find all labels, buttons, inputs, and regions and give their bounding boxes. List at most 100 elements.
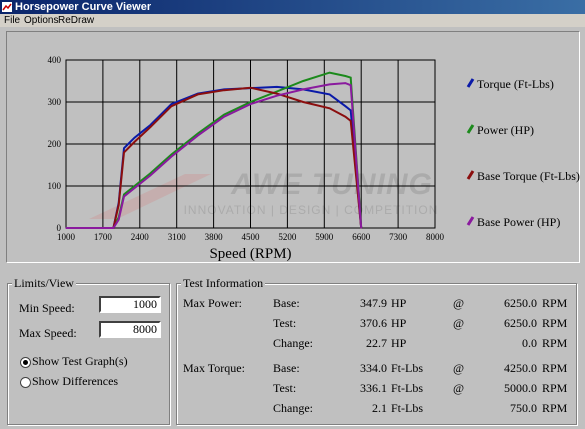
power-row-value: 347.9 xyxy=(360,296,387,310)
menu-options[interactable]: Options xyxy=(24,14,58,27)
max-torque-label: Max Torque: xyxy=(183,361,245,375)
series-point-2 xyxy=(133,141,136,143)
x-tick-label: 2400 xyxy=(131,232,150,242)
series-point-2 xyxy=(123,151,125,153)
torque-row-rpm-unit: RPM xyxy=(542,401,568,415)
series-point-3 xyxy=(302,88,304,90)
power-row-value: 370.6 xyxy=(360,316,387,330)
legend-marker-2 xyxy=(466,170,475,180)
legend-power: Power (HP) xyxy=(477,123,534,137)
power-row-rpm-unit: RPM xyxy=(542,296,568,310)
series-point-3 xyxy=(149,174,151,177)
y-tick-label: 200 xyxy=(48,139,62,149)
power-row-rpm-unit: RPM xyxy=(542,316,568,330)
test-information-group: Test Information Max Power: Max Torque: … xyxy=(176,276,577,425)
menu-redraw[interactable]: ReDraw xyxy=(58,14,94,27)
legend-base-torque: Base Torque (Ft-Lbs) xyxy=(477,169,580,183)
power-row-rpm-unit: RPM xyxy=(542,336,568,350)
series-point-1 xyxy=(350,77,352,79)
title-bar: Horsepower Curve Viewer xyxy=(0,0,585,14)
torque-row-value: 336.1 xyxy=(360,381,387,395)
max-speed-label: Max Speed: xyxy=(19,326,77,340)
legend-marker-1 xyxy=(466,124,475,134)
power-row-label: Base: xyxy=(273,296,300,310)
legend-torque: Torque (Ft-Lbs) xyxy=(477,77,554,91)
power-row-at: @ xyxy=(453,296,465,310)
series-point-1 xyxy=(249,101,252,103)
max-speed-input[interactable]: 8000 xyxy=(99,321,161,338)
series-point-2 xyxy=(276,93,278,95)
radio-show-differences-label[interactable]: Show Differences xyxy=(32,374,118,389)
torque-row-rpm: 4250.0 xyxy=(504,361,537,375)
radio-selected-dot xyxy=(23,360,28,365)
series-point-1 xyxy=(170,153,172,156)
series-point-3 xyxy=(170,156,172,158)
series-point-0 xyxy=(344,105,346,107)
series-point-3 xyxy=(197,135,199,137)
torque-row-value: 334.0 xyxy=(360,361,387,375)
menu-file[interactable]: File xyxy=(4,14,20,27)
limits-view-group: Limits/View Min Speed: 1000 Max Speed: 8… xyxy=(7,276,170,425)
series-point-0 xyxy=(170,103,172,105)
series-point-1 xyxy=(133,185,136,187)
torque-row-rpm-unit: RPM xyxy=(542,381,568,395)
menu-bar: File Options ReDraw xyxy=(0,14,585,27)
x-tick-label: 4500 xyxy=(242,232,261,242)
min-speed-input[interactable]: 1000 xyxy=(99,296,161,313)
series-point-2 xyxy=(170,105,172,107)
series-point-3 xyxy=(223,116,225,118)
series-point-3 xyxy=(344,82,346,84)
power-row-value: 22.7 xyxy=(366,336,387,350)
series-point-2 xyxy=(197,93,199,95)
power-row-rpm: 6250.0 xyxy=(504,296,537,310)
torque-row-rpm-unit: RPM xyxy=(542,361,568,375)
legend-marker-0 xyxy=(466,78,475,88)
series-point-1 xyxy=(123,193,125,195)
series-point-2 xyxy=(249,87,252,89)
series-point-0 xyxy=(133,137,136,139)
series-point-0 xyxy=(276,86,278,88)
x-tick-label: 5200 xyxy=(278,232,297,242)
power-row-unit: HP xyxy=(391,316,407,330)
series-point-1 xyxy=(276,90,278,93)
series-point-3 xyxy=(123,195,125,198)
series-point-1 xyxy=(344,75,346,77)
limits-view-title: Limits/View xyxy=(12,276,76,291)
series-point-3 xyxy=(118,219,120,221)
torque-row-at: @ xyxy=(453,381,465,395)
x-tick-label: 8000 xyxy=(426,232,445,242)
series-point-1 xyxy=(329,72,331,74)
torque-row-rpm: 750.0 xyxy=(510,401,537,415)
series-point-0 xyxy=(329,93,331,95)
watermark-subtext: INNOVATION | DESIGN | COMPETITION xyxy=(184,203,439,217)
series-point-0 xyxy=(123,147,125,149)
x-tick-label: 3100 xyxy=(168,232,187,242)
series-point-3 xyxy=(112,227,114,229)
power-row-unit: HP xyxy=(391,336,407,350)
x-tick-label: 7300 xyxy=(389,232,408,242)
torque-row-label: Base: xyxy=(273,361,300,375)
torque-row-at: @ xyxy=(453,361,465,375)
series-point-1 xyxy=(197,132,199,135)
torque-row-unit: Ft-Lbs xyxy=(391,401,424,415)
torque-row-unit: Ft-Lbs xyxy=(391,361,424,375)
radio-show-test[interactable] xyxy=(20,357,31,368)
radio-show-differences[interactable] xyxy=(20,377,31,388)
y-tick-label: 100 xyxy=(48,181,62,191)
power-row-rpm: 6250.0 xyxy=(504,316,537,330)
legend-base-power: Base Power (HP) xyxy=(477,215,561,229)
y-tick-label: 300 xyxy=(48,97,62,107)
series-point-3 xyxy=(329,83,331,85)
torque-row-value: 2.1 xyxy=(372,401,387,415)
x-tick-label: 6600 xyxy=(352,232,371,242)
series-point-2 xyxy=(302,101,304,103)
radio-show-test-label[interactable]: Show Test Graph(s) xyxy=(32,354,128,369)
series-point-1 xyxy=(302,80,304,82)
x-tick-label: 3800 xyxy=(205,232,224,242)
series-point-3 xyxy=(249,103,252,105)
series-point-2 xyxy=(329,107,331,109)
x-tick-label: 1700 xyxy=(94,232,113,242)
series-point-3 xyxy=(65,227,67,229)
series-point-3 xyxy=(350,84,352,86)
y-tick-label: 0 xyxy=(57,223,62,233)
